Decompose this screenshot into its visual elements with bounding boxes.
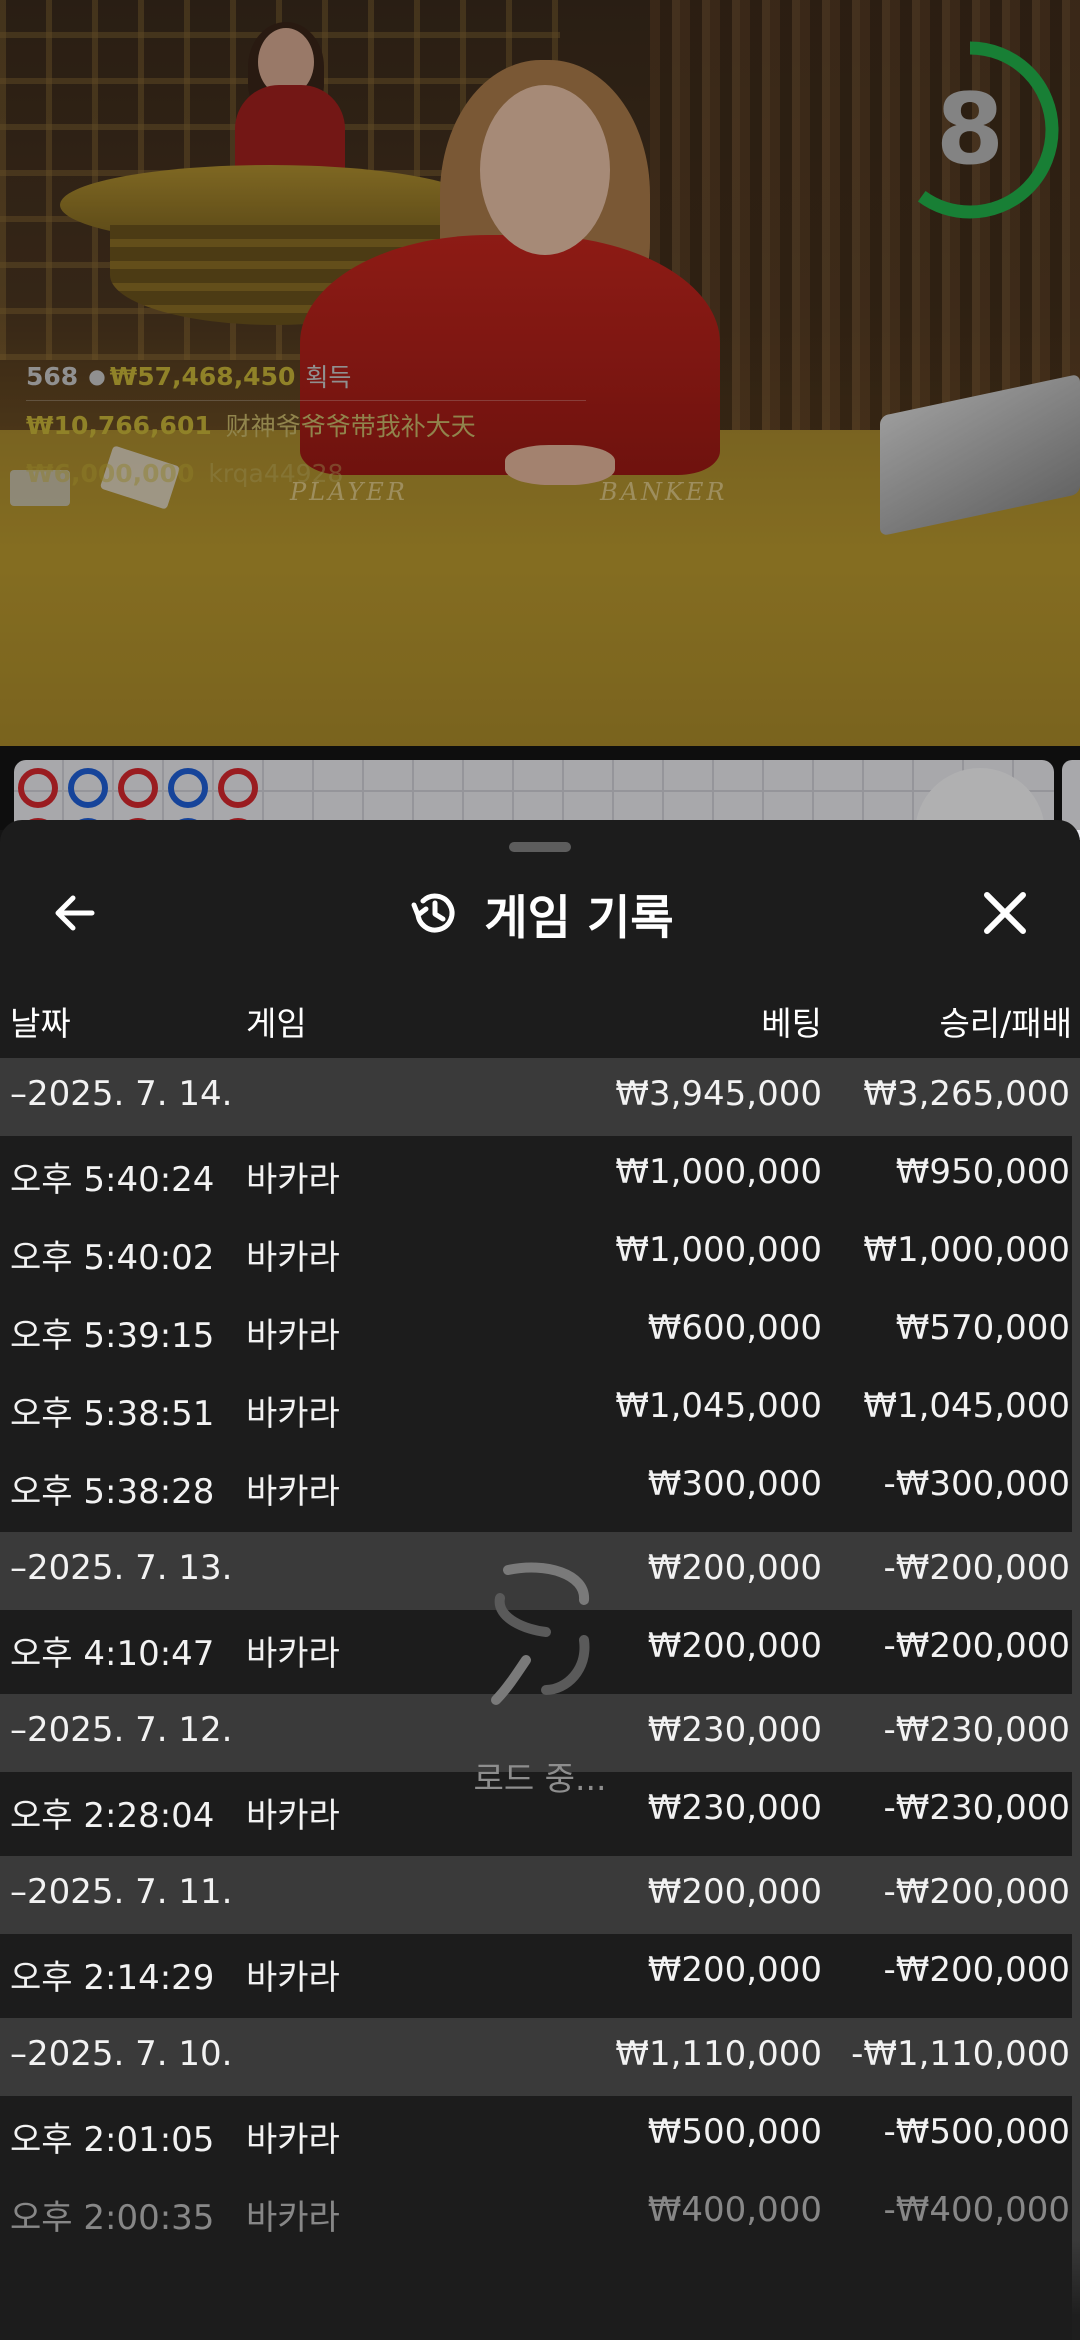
row-bet: ₩1,110,000 <box>615 2034 822 2074</box>
row-game: 바카라 <box>246 1316 340 1356</box>
row-datetime: –2025. 7. 13. <box>10 1548 233 1588</box>
row-game: 바카라 <box>246 1634 340 1674</box>
row-datetime: –2025. 7. 12. <box>10 1710 233 1750</box>
game-row[interactable]: 오후 5:39:15 바카라 ₩600,000 ₩570,000 <box>0 1292 1072 1370</box>
row-winloss: ₩570,000 <box>895 1308 1070 1348</box>
row-game: 바카라 <box>246 1160 340 1200</box>
row-datetime: 오후 5:38:28 <box>10 1472 215 1512</box>
table-header: 날짜 게임 베팅 승리/패배 <box>0 985 1080 1055</box>
row-game: 바카라 <box>246 1394 340 1434</box>
list-fade <box>0 2240 1080 2340</box>
row-bet: ₩200,000 <box>647 1548 822 1588</box>
game-row[interactable]: 오후 5:38:28 바카라 ₩300,000 -₩300,000 <box>0 1448 1072 1526</box>
row-datetime: 오후 5:39:15 <box>10 1316 215 1356</box>
row-winloss: -₩1,110,000 <box>851 2034 1070 2074</box>
close-icon <box>984 892 1026 934</box>
row-bet: ₩230,000 <box>647 1710 822 1750</box>
row-winloss: ₩1,045,000 <box>863 1386 1070 1426</box>
modal-overlay[interactable] <box>0 0 1080 830</box>
row-datetime: –2025. 7. 10. <box>10 2034 233 2074</box>
row-game: 바카라 <box>246 2198 340 2238</box>
row-game: 바카라 <box>246 2120 340 2160</box>
game-row[interactable]: 오후 2:01:05 바카라 ₩500,000 -₩500,000 <box>0 2096 1072 2174</box>
row-winloss: -₩230,000 <box>883 1710 1071 1750</box>
panel-title: 게임 기록 <box>0 875 1080 951</box>
row-winloss: -₩200,000 <box>883 1872 1071 1912</box>
game-row[interactable]: 오후 5:40:02 바카라 ₩1,000,000 ₩1,000,000 <box>0 1214 1072 1292</box>
row-game: 바카라 <box>246 1958 340 1998</box>
row-bet: ₩300,000 <box>647 1464 822 1504</box>
row-bet: ₩3,945,000 <box>615 1074 822 1114</box>
row-datetime: 오후 4:10:47 <box>10 1634 215 1674</box>
close-button[interactable] <box>970 878 1040 948</box>
row-winloss: -₩300,000 <box>883 1464 1071 1504</box>
column-game[interactable]: 게임 <box>246 997 307 1045</box>
row-datetime: –2025. 7. 14. <box>10 1074 233 1114</box>
row-datetime: 오후 5:40:24 <box>10 1160 215 1200</box>
loading-text: 로드 중... <box>473 1759 607 1798</box>
row-bet: ₩200,000 <box>647 1872 822 1912</box>
sheet-handle[interactable] <box>509 842 571 852</box>
game-row[interactable]: 오후 2:14:29 바카라 ₩200,000 -₩200,000 <box>0 1934 1072 2012</box>
row-bet: ₩1,000,000 <box>615 1152 822 1192</box>
row-bet: ₩1,000,000 <box>615 1230 822 1270</box>
row-datetime: 오후 2:14:29 <box>10 1958 215 1998</box>
row-bet: ₩500,000 <box>647 2112 822 2152</box>
row-winloss: ₩1,000,000 <box>863 1230 1070 1270</box>
row-game: 바카라 <box>246 1472 340 1512</box>
row-winloss: -₩400,000 <box>883 2190 1071 2230</box>
day-summary-row[interactable]: –2025. 7. 11. ₩200,000 -₩200,000 <box>0 1856 1072 1934</box>
day-summary-row[interactable]: –2025. 7. 14. ₩3,945,000 ₩3,265,000 <box>0 1058 1072 1136</box>
row-datetime: 오후 5:38:51 <box>10 1394 215 1434</box>
row-winloss: ₩3,265,000 <box>863 1074 1070 1114</box>
history-icon <box>411 893 455 933</box>
row-winloss: -₩200,000 <box>883 1548 1071 1588</box>
row-datetime: 오후 2:00:35 <box>10 2198 215 2238</box>
column-winloss[interactable]: 승리/패배 <box>939 997 1072 1045</box>
row-bet: ₩200,000 <box>647 1950 822 1990</box>
row-bet: ₩600,000 <box>647 1308 822 1348</box>
row-bet: ₩400,000 <box>647 2190 822 2230</box>
row-datetime: –2025. 7. 11. <box>10 1872 233 1912</box>
row-bet: ₩200,000 <box>647 1626 822 1666</box>
row-winloss: -₩200,000 <box>883 1626 1071 1666</box>
column-date[interactable]: 날짜 <box>10 997 71 1045</box>
row-game: 바카라 <box>246 1238 340 1278</box>
row-winloss: -₩200,000 <box>883 1950 1071 1990</box>
loading-spinner-icon <box>491 1562 590 1705</box>
game-row[interactable]: 오후 5:40:24 바카라 ₩1,000,000 ₩950,000 <box>0 1136 1072 1214</box>
row-winloss: -₩500,000 <box>883 2112 1071 2152</box>
scrollbar[interactable] <box>1072 1058 1080 2340</box>
column-bet[interactable]: 베팅 <box>761 997 822 1045</box>
row-winloss: ₩950,000 <box>895 1152 1070 1192</box>
game-row[interactable]: 오후 5:38:51 바카라 ₩1,045,000 ₩1,045,000 <box>0 1370 1072 1448</box>
day-summary-row[interactable]: –2025. 7. 10. ₩1,110,000 -₩1,110,000 <box>0 2018 1072 2096</box>
row-bet: ₩1,045,000 <box>615 1386 822 1426</box>
panel-title-text: 게임 기록 <box>484 890 674 946</box>
row-datetime: 오후 2:01:05 <box>10 2120 215 2160</box>
row-datetime: 오후 5:40:02 <box>10 1238 215 1278</box>
